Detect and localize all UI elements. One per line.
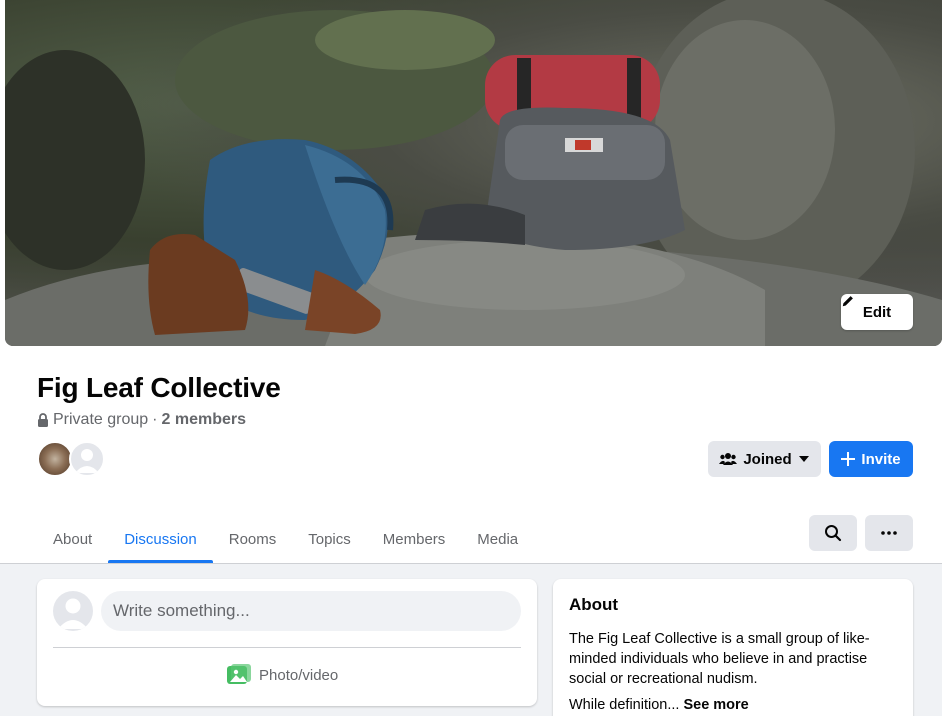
joined-label: Joined — [743, 450, 792, 468]
about-truncated: While definition... See more — [569, 697, 897, 713]
edit-cover-button[interactable]: Edit — [841, 294, 913, 330]
more-options-button[interactable] — [865, 515, 913, 551]
search-icon — [825, 525, 842, 542]
group-tabs: About Discussion Rooms Topics Members Me… — [37, 515, 534, 563]
photo-icon — [227, 664, 251, 684]
photo-video-label: Photo/video — [259, 666, 339, 684]
photo-video-button[interactable]: Photo/video — [227, 664, 338, 686]
about-description: The Fig Leaf Collective is a small group… — [569, 631, 870, 687]
user-silhouette-icon — [75, 449, 99, 473]
see-more-link[interactable]: See more — [683, 697, 748, 713]
member-avatars — [37, 441, 105, 477]
tab-media[interactable]: Media — [461, 515, 534, 563]
cover-photo: Edit — [5, 0, 942, 346]
tab-about[interactable]: About — [37, 515, 108, 563]
caret-down-icon — [798, 456, 809, 462]
cover-illustration — [5, 0, 942, 346]
group-meta: Private group · 2 members — [37, 411, 246, 429]
invite-button[interactable]: Invite — [829, 441, 913, 477]
avatar[interactable] — [37, 441, 73, 477]
tab-members[interactable]: Members — [367, 515, 462, 563]
privacy-label: Private group — [53, 411, 149, 428]
write-something-input[interactable]: Write something... — [101, 591, 521, 631]
user-silhouette-icon — [58, 598, 88, 629]
post-composer: Write something... Photo/video — [37, 579, 537, 706]
edit-cover-label: Edit — [862, 303, 892, 321]
avatar-default[interactable] — [69, 441, 105, 477]
search-button[interactable] — [809, 515, 857, 551]
composer-divider — [53, 647, 521, 648]
invite-label: Invite — [861, 450, 901, 468]
joined-button[interactable]: Joined — [708, 441, 821, 477]
about-heading: About — [569, 595, 619, 614]
members-count[interactable]: 2 members — [162, 411, 247, 429]
ellipsis-icon — [881, 531, 897, 535]
tab-rooms[interactable]: Rooms — [213, 515, 293, 563]
group-members-icon — [719, 453, 738, 465]
tab-topics[interactable]: Topics — [292, 515, 367, 563]
lock-icon — [38, 413, 48, 427]
tab-discussion[interactable]: Discussion — [108, 515, 213, 563]
group-name: Fig Leaf Collective — [37, 372, 281, 403]
about-card: About The Fig Leaf Collective is a small… — [553, 579, 913, 716]
plus-icon — [841, 452, 856, 466]
meta-separator: · — [152, 411, 158, 428]
pencil-icon — [842, 296, 853, 307]
about-truncated-text: While definition... — [569, 697, 680, 713]
current-user-avatar[interactable] — [53, 591, 93, 631]
